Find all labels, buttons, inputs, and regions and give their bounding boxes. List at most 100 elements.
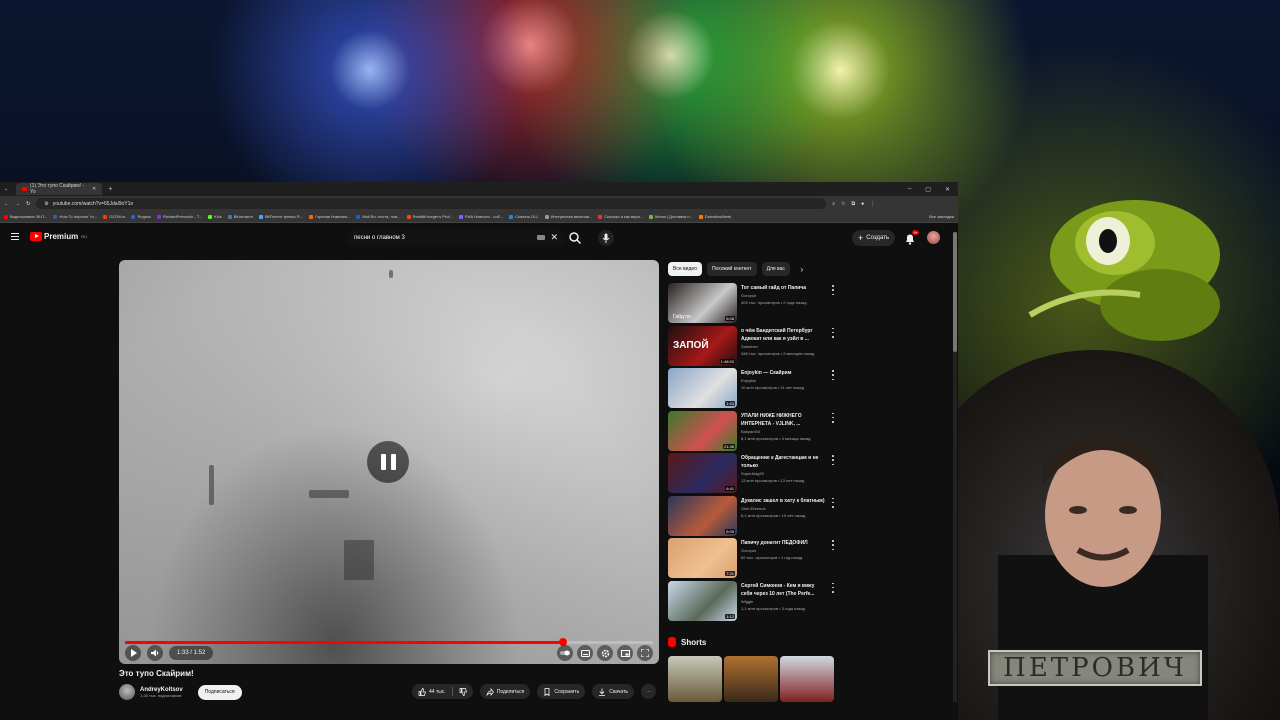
chip-related[interactable]: Похожий контент	[706, 262, 757, 276]
clear-search-icon[interactable]: ✕	[550, 233, 558, 242]
bookmark-item[interactable]: Сколько я как вера...	[598, 214, 643, 219]
video-title[interactable]: о чём Бандитский Петербург Адвокат или к…	[741, 328, 813, 342]
save-button[interactable]: Сохранить	[537, 684, 586, 699]
autoplay-toggle-icon[interactable]	[557, 645, 573, 661]
bookmark-item[interactable]: ВКонтакте	[227, 214, 253, 219]
video-thumbnail[interactable]: ЗАПОЙ 1:48:53	[668, 325, 737, 366]
bookmark-item[interactable]: РИА Новости - соб...	[458, 214, 503, 219]
video-thumbnail[interactable]: 1:43	[668, 368, 737, 408]
recommended-video[interactable]: 1:43 Enjoykin — Скайрим Enjoykin 10 млн про…	[668, 368, 836, 408]
more-options-icon[interactable]	[830, 497, 836, 508]
bookmark-item[interactable]: Kick	[208, 214, 222, 219]
profile-icon[interactable]: ●	[861, 201, 864, 207]
browser-menu-icon[interactable]: ⋮	[870, 201, 875, 207]
channel-name[interactable]: AndreyKoltsov	[140, 687, 183, 693]
bookmark-item[interactable]: DonationAlerts	[698, 214, 731, 219]
search-icon[interactable]	[568, 231, 582, 245]
video-title[interactable]: Папичу донатит ПЕДОФИЛ	[741, 540, 808, 546]
play-icon[interactable]	[125, 645, 141, 661]
video-title[interactable]: Тот самый гайд от Папича	[741, 285, 806, 291]
recommended-video[interactable]: 6:41 Обращение к Дагестанцам и не только S…	[668, 453, 836, 493]
close-tab-icon[interactable]: ✕	[92, 186, 96, 192]
settings-gear-icon[interactable]	[597, 645, 613, 661]
recommended-video[interactable]: 21:38 УПАЛИ НИЖЕ НИЖНЕГО ИНТЕРНЕТА - VJLI…	[668, 410, 836, 451]
page-scrollbar[interactable]	[953, 232, 957, 702]
more-options-icon[interactable]	[830, 540, 836, 550]
subtitles-icon[interactable]	[577, 645, 593, 661]
video-thumbnail[interactable]: 6:41	[668, 453, 737, 493]
short-thumbnail[interactable]	[780, 656, 834, 702]
reload-icon[interactable]: ↻	[26, 201, 30, 207]
short-thumbnail[interactable]	[724, 656, 778, 702]
youtube-premium-logo[interactable]: Premium RU	[30, 232, 87, 241]
recommended-video[interactable]: 1:12 Сергей Симонов - Кем я вижу себя чер…	[668, 580, 836, 621]
keyboard-icon[interactable]	[537, 235, 546, 240]
bookmark-item[interactable]: RichardPetrovich - T...	[156, 214, 202, 219]
more-options-icon[interactable]	[830, 412, 836, 423]
recommended-video[interactable]: Гайд по 6:08 Тот самый гайд от Папича Gorcp…	[668, 283, 836, 323]
share-button[interactable]: Поделиться	[479, 684, 531, 699]
bookmark-star-icon[interactable]: ☆	[841, 201, 845, 207]
bookmark-item[interactable]: RedditKroeger's Prof...	[406, 214, 453, 219]
close-window-button[interactable]: ✕	[945, 186, 950, 193]
subscribe-button[interactable]: Подписаться	[197, 684, 242, 700]
more-options-icon[interactable]	[830, 370, 836, 380]
video-title[interactable]: УПАЛИ НИЖЕ НИЖНЕГО ИНТЕРНЕТА - VJLINK, .…	[741, 413, 802, 427]
all-bookmarks-button[interactable]: Все закладки	[929, 214, 958, 219]
volume-icon[interactable]	[147, 645, 163, 661]
video-player[interactable]: 1:33 / 1:52	[119, 260, 659, 664]
account-avatar[interactable]	[927, 231, 940, 244]
microphone-icon[interactable]	[598, 230, 614, 246]
bookmark-item[interactable]: Mail.Ru: почта, пои...	[356, 214, 401, 219]
video-title[interactable]: Сергей Симонов - Кем я вижу себя через 1…	[741, 583, 814, 597]
chip-for-you[interactable]: Для вас	[761, 262, 790, 276]
fullscreen-icon[interactable]	[637, 645, 653, 661]
zoom-icon[interactable]: ⌕	[832, 201, 835, 207]
bookmark-item[interactable]: Яндекс	[131, 214, 151, 219]
url-field[interactable]: ⚙ youtube.com/watch?v=65Jdal9oY1o	[36, 198, 827, 209]
more-options-icon[interactable]	[830, 285, 836, 295]
video-title[interactable]: Обращение к Дагестанцам и не только	[741, 455, 818, 469]
scrollbar-thumb[interactable]	[953, 232, 957, 352]
video-thumbnail[interactable]: 21:38	[668, 410, 737, 451]
video-channel[interactable]: SuperMag93	[741, 470, 827, 477]
bookmark-item[interactable]: How To Improve Yo...	[53, 214, 97, 219]
channel-avatar[interactable]	[119, 684, 135, 700]
recommended-video[interactable]: 7:21 Папичу донатит ПЕДОФИЛ Gorcpuir 60 тыс…	[668, 538, 836, 578]
bookmark-item[interactable]: Скачать DLL	[509, 214, 539, 219]
video-channel[interactable]: Gorcpuir	[741, 292, 827, 299]
recommended-video[interactable]: 6:05 Дукалис зашел в хату к блатным) Gleb …	[668, 495, 836, 536]
bookmark-item[interactable]: Интересная веселая...	[544, 214, 592, 219]
more-actions-icon[interactable]: ⋯	[640, 684, 656, 699]
bookmark-item[interactable]: BitTorrent трекер R...	[258, 214, 303, 219]
new-tab-button[interactable]: +	[108, 186, 112, 193]
video-thumbnail[interactable]: 1:12	[668, 580, 737, 621]
more-options-icon[interactable]	[830, 455, 836, 465]
video-channel[interactable]: Gorcpuir	[741, 547, 827, 554]
pause-icon[interactable]	[367, 441, 409, 483]
maximize-button[interactable]: ▢	[925, 186, 931, 193]
recommended-video[interactable]: ЗАПОЙ 1:48:53 о чём Бандитский Петербург А…	[668, 325, 836, 366]
download-button[interactable]: Скачать	[592, 684, 634, 699]
extensions-icon[interactable]: ⧉	[852, 201, 856, 207]
site-info-icon[interactable]: ⚙	[44, 201, 48, 207]
notifications-bell-icon[interactable]: 9+	[904, 230, 919, 245]
video-channel[interactable]: Gleb Ehrenus	[741, 505, 827, 512]
back-icon[interactable]: ←	[4, 201, 9, 207]
create-button[interactable]: + Создать	[852, 230, 896, 246]
more-options-icon[interactable]	[830, 327, 836, 338]
video-thumbnail[interactable]: 6:05	[668, 495, 737, 536]
miniplayer-icon[interactable]	[617, 645, 633, 661]
video-channel[interactable]: Bakyar404	[741, 428, 827, 435]
minimize-button[interactable]: –	[908, 186, 911, 193]
video-title[interactable]: Enjoykin — Скайрим	[741, 370, 791, 376]
video-title[interactable]: Дукалис зашел в хату к блатным)	[741, 498, 825, 504]
tab-search-icon[interactable]: ⌄	[4, 186, 8, 192]
chevron-right-icon[interactable]: ›	[795, 262, 809, 276]
video-thumbnail[interactable]: 7:21	[668, 538, 737, 578]
chip-all-videos[interactable]: Все видео	[668, 262, 702, 276]
video-channel[interactable]: Enjoykin	[741, 377, 827, 384]
video-channel[interactable]: Wiggle	[741, 598, 827, 605]
hamburger-menu-icon[interactable]	[11, 233, 19, 240]
more-options-icon[interactable]	[830, 582, 836, 593]
